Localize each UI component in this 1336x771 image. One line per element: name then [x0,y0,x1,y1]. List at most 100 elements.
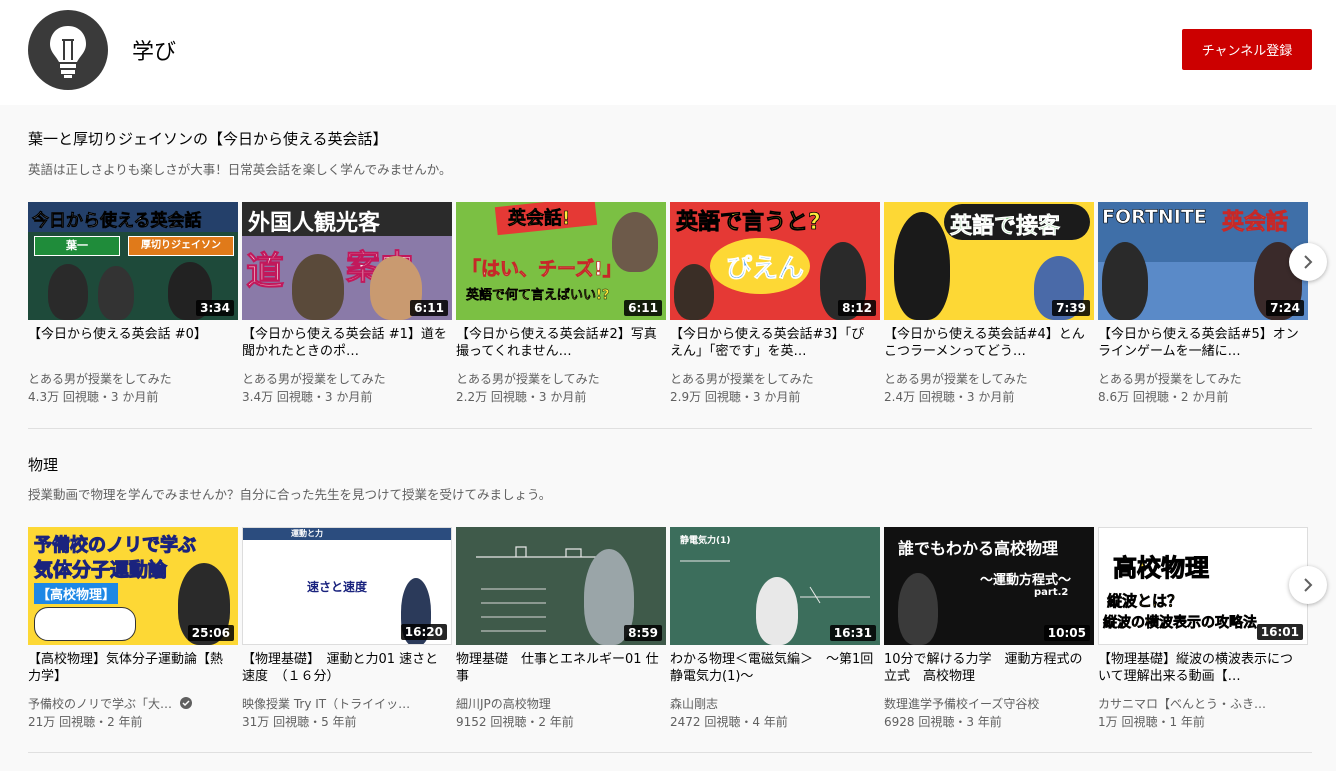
video-thumbnail[interactable]: 予備校のノリで学ぶ 気体分子運動論 【高校物理】 25:06 [28,527,238,645]
chevron-right-icon [1304,255,1313,269]
thumbnail-text: 高校物理 [1113,554,1210,583]
video-channel[interactable]: 細川JPの高校物理 [456,695,661,712]
thumbnail-figure [612,212,658,272]
video-meta: 8.6万 回視聴・2 か月前 [1098,390,1229,404]
video-duration: 10:05 [1043,625,1090,641]
thumbnail-text: 英会話! [508,208,571,230]
thumbnail-figure [756,577,798,645]
video-channel[interactable]: とある男が授業をしてみた [242,370,447,387]
video-duration: 6:11 [410,300,448,316]
thumbnail-label: 縦波とは？ [1107,592,1183,611]
thumbnail-text: 外国人観光客 [248,211,381,236]
channel-name: 学び [132,40,177,65]
thumbnail-figure [292,254,344,320]
video-channel[interactable]: とある男が授業をしてみた [456,370,661,387]
video-card[interactable]: 英語で接客 7:39 【今日から使える英会話#4】とんこつラーメンってどう… と… [884,202,1094,412]
section-divider [28,752,1312,753]
video-title[interactable]: 【物理基礎】縦波の横波表示について理解出来る動画【… [1098,651,1303,685]
video-card[interactable]: 外国人観光客 道 案内 6:11 【今日から使える英会話 #1】道を聞かれたとき… [242,202,452,412]
video-thumbnail[interactable]: FORTNITE 英会話 7:24 [1098,202,1308,320]
video-channel-name: 予備校のノリで学ぶ「大… [28,697,173,711]
subscribe-button[interactable]: チャンネル登録 [1182,29,1312,70]
video-card[interactable]: 英語で言うと? ぴえん 8:12 【今日から使える英会話#3】「ぴえん」「密です… [670,202,880,412]
video-thumbnail[interactable]: 今日から使える英会話 葉一 厚切りジェイソン 3:34 [28,202,238,320]
video-duration: 7:24 [1266,300,1304,316]
thumbnail-text: 英語で言うと? [676,210,822,236]
video-thumbnail[interactable]: 運動と力 速さと速度 16:20 [242,527,452,645]
thumbnail-text: 誰でもわかる高校物理 [898,539,1059,558]
video-thumbnail[interactable]: 静電気力(1) 16:31 [670,527,880,645]
thumbnail-label: 道 [245,249,285,294]
video-channel[interactable]: とある男が授業をしてみた [884,370,1089,387]
video-card[interactable]: 運動と力 速さと速度 16:20 【物理基礎】 運動と力01 速さと速度 （１６… [242,527,452,737]
video-duration: 8:59 [624,625,662,641]
video-channel[interactable]: 数理進学予備校イーズ守谷校 [884,695,1089,712]
thumbnail-figure [674,264,714,320]
channel-header: 学び チャンネル登録 [0,0,1336,105]
video-title[interactable]: 【今日から使える英会話#2】写真撮ってくれません… [456,326,661,360]
video-meta: 4.3万 回視聴・3 か月前 [28,390,159,404]
video-title[interactable]: 物理基礎 仕事とエネルギー01 仕事 [456,651,661,685]
video-title[interactable]: 【今日から使える英会話#5】オンラインゲームを一緒に… [1098,326,1303,360]
thumbnail-text: 今日から使える英会話 [32,211,202,232]
section-title[interactable]: 葉一と厚切りジェイソンの【今日から使える英会話】 [28,128,388,149]
thumbnail-text: 予備校のノリで学ぶ [34,535,197,557]
video-thumbnail[interactable]: 英語で言うと? ぴえん 8:12 [670,202,880,320]
video-thumbnail[interactable]: 外国人観光客 道 案内 6:11 [242,202,452,320]
video-title[interactable]: 【高校物理】気体分子運動論【熱力学】 [28,651,233,685]
thumbnail-label: 葉一 [34,236,120,256]
video-title[interactable]: 【今日から使える英会話 #0】 [28,326,233,360]
thumbnail-label: 【高校物理】 [34,583,119,604]
video-thumbnail[interactable]: 英会話! 「はい、チーズ!」 英語で何て言えばいい!? 6:11 [456,202,666,320]
video-title[interactable]: 【今日から使える英会話 #1】道を聞かれたときのポ… [242,326,447,360]
video-card[interactable]: FORTNITE 英会話 7:24 【今日から使える英会話#5】オンラインゲーム… [1098,202,1308,412]
section-description: 英語は正しさよりも楽しさが大事！日常英会話を楽しく学んでみませんか。 [28,162,452,177]
thumbnail-label: 厚切りジェイソン [128,236,234,256]
video-channel[interactable]: カサニマロ【べんとう・ふき… [1098,695,1303,712]
video-card[interactable]: 高校物理 縦波とは？ 縦波の横波表示の攻略法 16:01 【物理基礎】縦波の横波… [1098,527,1308,737]
video-meta: 9152 回視聴・2 年前 [456,715,574,729]
channel-avatar[interactable] [28,10,108,90]
video-title[interactable]: 【今日から使える英会話#4】とんこつラーメンってどう… [884,326,1089,360]
video-meta: 2.4万 回視聴・3 か月前 [884,390,1015,404]
video-thumbnail[interactable]: 8:59 [456,527,666,645]
thumbnail-figure [894,212,950,320]
video-duration: 16:31 [829,625,876,641]
video-card[interactable]: 8:59 物理基礎 仕事とエネルギー01 仕事 細川JPの高校物理 9152 回… [456,527,666,737]
lightbulb-icon [50,26,86,78]
thumbnail-label: 運動と力 [291,529,323,538]
video-title[interactable]: 【今日から使える英会話#3】「ぴえん」「密です」を英… [670,326,875,360]
video-meta: 1万 回視聴・1 年前 [1098,715,1205,729]
video-channel[interactable]: 森山剛志 [670,695,875,712]
section-title[interactable]: 物理 [28,454,58,475]
video-card[interactable]: 今日から使える英会話 葉一 厚切りジェイソン 3:34 【今日から使える英会話 … [28,202,238,412]
video-channel[interactable]: 予備校のノリで学ぶ「大… [28,695,233,712]
video-duration: 25:06 [187,625,234,641]
thumbnail-label: part.2 [1034,587,1069,598]
video-title[interactable]: 【物理基礎】 運動と力01 速さと速度 （１６分） [242,651,447,685]
video-channel[interactable]: とある男が授業をしてみた [670,370,875,387]
video-thumbnail[interactable]: 高校物理 縦波とは？ 縦波の横波表示の攻略法 16:01 [1098,527,1308,645]
video-title[interactable]: わかる物理＜電磁気編＞ ～第1回 静電気力(1)～ [670,651,875,685]
video-meta: 31万 回視聴・5 年前 [242,715,357,729]
video-thumbnail[interactable]: 誰でもわかる高校物理 〜運動方程式〜 part.2 10:05 [884,527,1094,645]
video-meta: 3.4万 回視聴・3 か月前 [242,390,373,404]
thumbnail-figure [898,573,938,645]
video-card[interactable]: 英会話! 「はい、チーズ!」 英語で何て言えばいい!? 6:11 【今日から使え… [456,202,666,412]
shelf-next-button[interactable] [1289,566,1327,604]
video-thumbnail[interactable]: 英語で接客 7:39 [884,202,1094,320]
video-card[interactable]: 静電気力(1) 16:31 わかる物理＜電磁気編＞ ～第1回 静電気力(1)～ … [670,527,880,737]
video-card[interactable]: 予備校のノリで学ぶ 気体分子運動論 【高校物理】 25:06 【高校物理】気体分… [28,527,238,737]
thumbnail-text: 速さと速度 [307,580,368,594]
video-channel[interactable]: とある男が授業をしてみた [1098,370,1303,387]
video-channel[interactable]: 映像授業 Try IT（トライイッ… [242,695,447,712]
section-divider [28,428,1312,429]
video-duration: 7:39 [1052,300,1090,316]
shelf-next-button[interactable] [1289,243,1327,281]
video-title[interactable]: 10分で解ける力学 運動方程式の立式 高校物理 [884,651,1089,685]
video-meta: 2472 回視聴・4 年前 [670,715,788,729]
video-duration: 16:20 [400,624,447,640]
section-description: 授業動画で物理を学んでみませんか？自分に合った先生を見つけて授業を受けてみましょ… [28,487,552,502]
video-card[interactable]: 誰でもわかる高校物理 〜運動方程式〜 part.2 10:05 10分で解ける力… [884,527,1094,737]
video-channel[interactable]: とある男が授業をしてみた [28,370,233,387]
